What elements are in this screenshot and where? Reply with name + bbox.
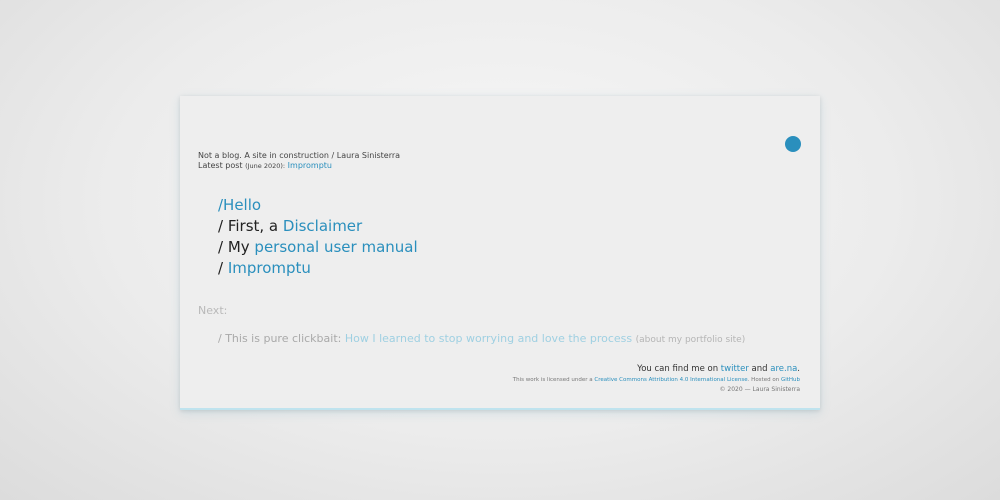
latest-label: Latest post [198, 161, 243, 170]
next-label: Next: [198, 304, 228, 317]
find-period: . [797, 364, 800, 374]
next-note: (about my portfolio site) [635, 335, 746, 345]
next-prefix: / This is pure clickbait: [218, 332, 345, 345]
next-post: / This is pure clickbait: How I learned … [218, 332, 745, 345]
latest-date: (June 2020): [245, 162, 286, 170]
license-link[interactable]: Creative Commons Attribution 4.0 Interna… [594, 377, 747, 383]
main-card: Not a blog. A site in construction / Lau… [180, 96, 820, 410]
license-prefix: This work is licensed under a [512, 377, 595, 383]
twitter-link[interactable]: twitter [721, 364, 749, 374]
license-line: This work is licensed under a Creative C… [513, 375, 800, 385]
nav-item-user-manual: / My personal user manual [218, 237, 418, 258]
latest-post: Latest post (June 2020): Impromptu [198, 161, 400, 171]
nav-link-impromptu[interactable]: Impromptu [228, 259, 311, 277]
nav-prefix: / First, a [218, 217, 283, 235]
nav-prefix: / [218, 259, 228, 277]
nav-prefix: / My [218, 238, 255, 256]
hosted-text: . Hosted on [747, 377, 781, 383]
find-prefix: You can find me on [637, 364, 721, 374]
tagline: Not a blog. A site in construction / Lau… [198, 151, 401, 160]
find-me: You can find me on twitter and are.na. [513, 363, 800, 375]
nav-link-hello[interactable]: /Hello [218, 196, 261, 214]
post-nav: /Hello / First, a Disclaimer / My person… [218, 195, 418, 279]
github-link[interactable]: GitHub [781, 377, 800, 383]
find-and: and [748, 364, 771, 374]
nav-link-user-manual[interactable]: personal user manual [254, 238, 417, 256]
next-post-link[interactable]: How I learned to stop worrying and love … [345, 332, 632, 345]
arena-link[interactable]: are.na [770, 364, 797, 374]
nav-link-disclaimer[interactable]: Disclaimer [283, 217, 362, 235]
nav-item-impromptu: / Impromptu [218, 258, 418, 279]
accent-dot [785, 136, 801, 152]
nav-item-hello: /Hello [218, 195, 418, 216]
latest-post-link[interactable]: Impromptu [288, 161, 332, 170]
footer: You can find me on twitter and are.na. T… [513, 363, 800, 395]
intro: Not a blog. A site in construction / Lau… [198, 151, 400, 171]
copyright: © 2020 — Laura Sinisterra [719, 386, 800, 393]
nav-item-disclaimer: / First, a Disclaimer [218, 216, 418, 237]
